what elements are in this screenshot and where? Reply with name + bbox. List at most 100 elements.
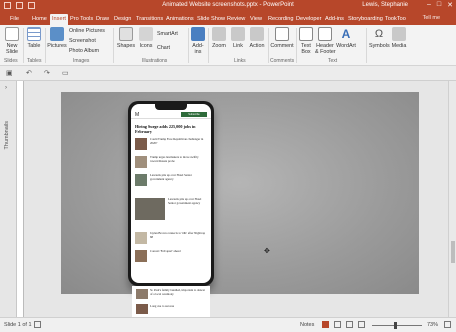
expand-chevron-icon[interactable]: › [5, 85, 7, 91]
slide-editor[interactable] [17, 81, 448, 317]
article-title: Concert 'Fell apart' ahead [150, 249, 181, 253]
screenshot-button[interactable]: Screenshot [69, 38, 96, 44]
tab-transitions[interactable]: Transitions [134, 14, 165, 25]
table-icon [27, 27, 41, 41]
close-button[interactable]: ✕ [447, 1, 453, 9]
article-thumbnail [135, 232, 147, 244]
tab-home[interactable]: Home [30, 14, 49, 25]
action-button[interactable]: Action [248, 27, 266, 49]
tab-slide-show[interactable]: Slide Show [195, 14, 227, 25]
slide-canvas[interactable] [61, 92, 419, 294]
phone-mockup[interactable]: M Subscribe Hiring Surge adds 225,000 jo… [128, 101, 214, 286]
reading-view-icon[interactable] [346, 321, 353, 328]
icons-button[interactable]: Icons [137, 27, 155, 49]
tab-view[interactable]: View [248, 14, 264, 25]
site-logo: M [135, 112, 140, 118]
text-box-button[interactable]: Text Box [298, 27, 314, 55]
symbols-button[interactable]: Ω Symbols [369, 27, 390, 49]
group-label-illustrations: Illustrations [142, 58, 168, 64]
notes-button[interactable]: Notes [300, 322, 314, 328]
action-star-icon [250, 27, 264, 41]
user-name[interactable]: Lewis, Stephanie [362, 2, 408, 8]
photo-album-button[interactable]: Photo Album [69, 48, 99, 54]
tell-me-search[interactable]: Tell me [423, 15, 440, 21]
tab-draw[interactable]: Draw [94, 14, 111, 25]
wordart-icon: A [341, 27, 351, 41]
tab-pro-tools[interactable]: Pro Tools [68, 14, 95, 25]
shapes-button[interactable]: Shapes [116, 27, 136, 49]
vertical-ruler [17, 81, 24, 317]
comment-icon [275, 27, 289, 41]
tab-developer[interactable]: Developer [294, 14, 324, 25]
new-slide-label: New Slide [6, 43, 18, 55]
tab-storyboarding[interactable]: Storyboarding [346, 14, 385, 25]
table-button[interactable]: Table [26, 27, 42, 49]
link-label: Link [233, 43, 243, 49]
article-title: Long cue to success [150, 304, 175, 308]
maximize-button[interactable]: □ [437, 1, 441, 9]
overflow-page-image[interactable]: St. Paul's family bundled, important to … [132, 286, 210, 317]
wordart-button[interactable]: A WordArt [336, 27, 356, 49]
header-footer-button[interactable]: Header & Footer [315, 27, 336, 55]
status-bar: Slide 1 of 1 Notes 73% [0, 317, 456, 332]
article-title: Trump urges lawmakers to move swiftly to… [150, 155, 199, 163]
divider [208, 28, 209, 63]
wordart-label: WordArt [336, 43, 356, 49]
article-title: Lawsuits pile up over Hotel Senior gover… [150, 173, 192, 181]
tab-insert[interactable]: Insert [50, 14, 68, 25]
online-pictures-button[interactable]: Online Pictures [69, 28, 105, 34]
link-icon [231, 27, 245, 41]
link-button[interactable]: Link [230, 27, 246, 49]
ribbon-tabs: File Home Insert Pro Tools Draw Design T… [0, 13, 456, 25]
media-label: Media [391, 43, 407, 49]
article-item: Jaylen Brown connects to 'OK' after Nigh… [135, 231, 207, 246]
pictures-button[interactable]: Pictures [47, 27, 67, 49]
article-thumbnail [135, 250, 147, 262]
slideshow-icon[interactable] [358, 321, 365, 328]
zoom-percent[interactable]: 73% [427, 322, 438, 328]
article-thumbnail [136, 289, 148, 299]
article-item: Could Trump Face Republican challenger i… [135, 137, 207, 152]
pictures-label: Pictures [47, 43, 67, 49]
save-small-icon[interactable]: ▣ [6, 69, 13, 77]
tab-review[interactable]: Review [225, 14, 247, 25]
present-icon[interactable]: ▭ [62, 69, 69, 77]
zoom-button[interactable]: Zoom [211, 27, 227, 49]
vertical-scrollbar[interactable] [448, 81, 456, 317]
group-label-text: Text [328, 58, 338, 64]
table-label: Table [27, 43, 41, 49]
tab-design[interactable]: Design [112, 14, 133, 25]
add-ins-button[interactable]: Add- ins [190, 27, 206, 55]
new-slide-button[interactable]: New Slide [4, 27, 20, 55]
group-label-tables: Tables [27, 58, 42, 64]
tab-recording[interactable]: Recording [266, 14, 296, 25]
minimize-button[interactable]: – [427, 1, 431, 9]
article-item: Concert 'Fell apart' ahead [135, 249, 207, 264]
chart-button[interactable]: Chart [157, 45, 170, 51]
thumbnails-pane[interactable]: › Thumbnails [0, 81, 17, 317]
normal-view-icon[interactable] [322, 321, 329, 328]
tab-tooktoo[interactable]: TookToo [383, 14, 408, 25]
mouse-cursor-icon: ✥ [264, 248, 270, 255]
spellcheck-icon[interactable] [34, 321, 41, 328]
tab-file[interactable]: File [8, 14, 21, 25]
zoom-slider-knob[interactable] [394, 322, 397, 329]
undo-small-icon[interactable]: ↶ [26, 69, 32, 77]
slide-sorter-icon[interactable] [334, 321, 341, 328]
tab-add-ins[interactable]: Add-ins [323, 14, 346, 25]
comment-button[interactable]: Comment [270, 27, 294, 49]
photo-album-label: Photo Album [69, 48, 100, 54]
tab-animations[interactable]: Animations [164, 14, 196, 25]
divider [366, 28, 367, 63]
symbols-label: Symbols [369, 43, 390, 49]
media-button[interactable]: Media [390, 27, 408, 49]
scrollbar-thumb[interactable] [451, 241, 455, 263]
article-thumbnail [136, 304, 148, 314]
zoom-slider[interactable] [372, 322, 422, 329]
redo-small-icon[interactable]: ↷ [44, 69, 50, 77]
smartart-button[interactable]: SmartArt [157, 31, 178, 37]
feature-title: Lawsuits pile up over Hotel Senior gover… [168, 197, 202, 205]
fit-slide-icon[interactable] [444, 321, 451, 328]
comment-label: Comment [270, 43, 294, 49]
feature-image [135, 198, 165, 220]
